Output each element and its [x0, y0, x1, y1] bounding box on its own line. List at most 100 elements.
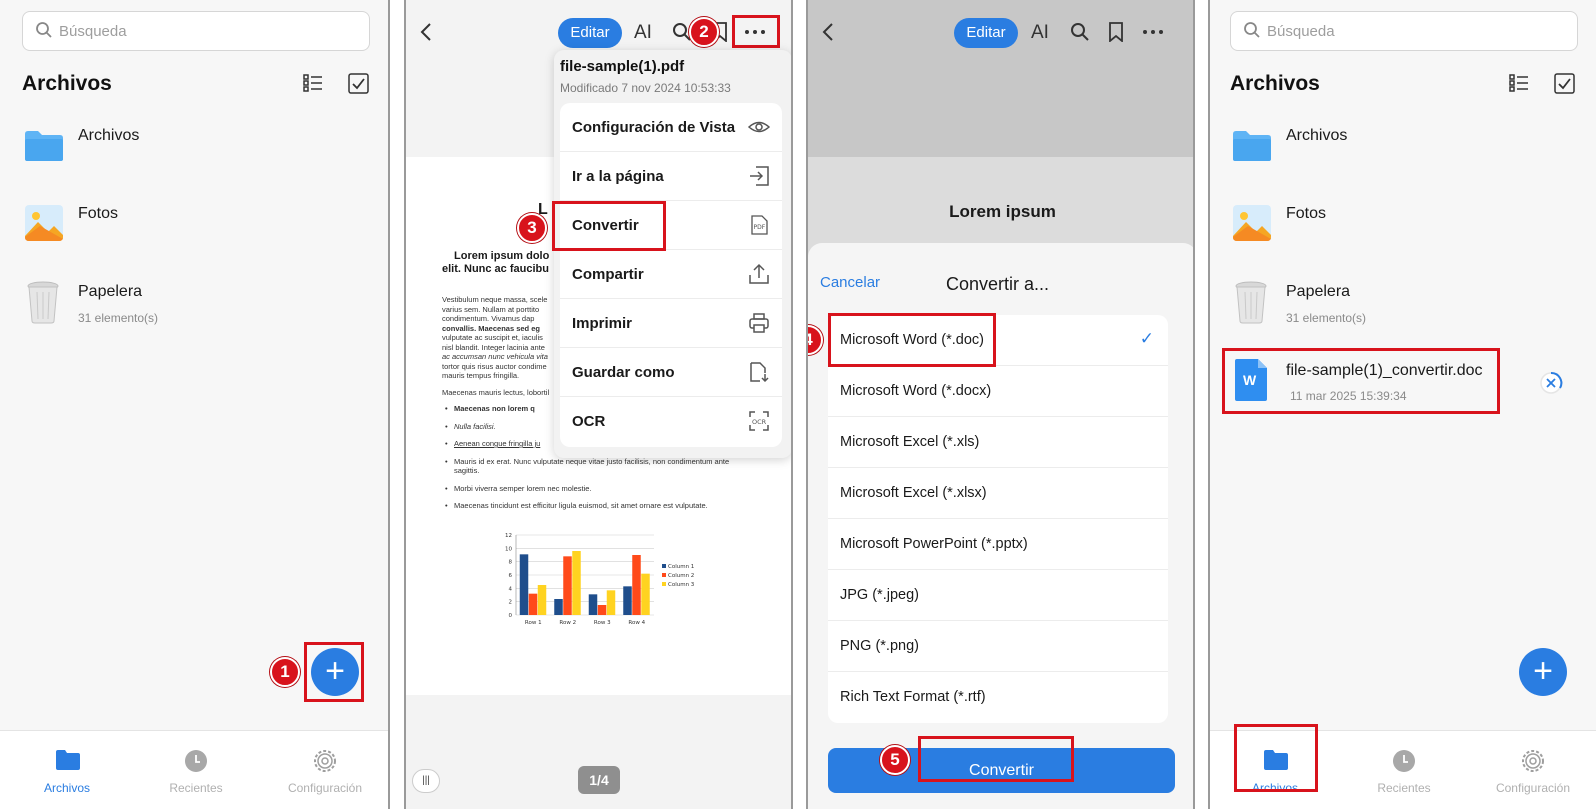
search-input[interactable]: Búsqueda	[22, 11, 370, 51]
more-icon[interactable]	[1142, 29, 1164, 35]
option-label: Microsoft Excel (*.xlsx)	[840, 485, 987, 501]
text-line: nisl blandit. Integer lacinia ante	[442, 342, 545, 352]
bullet-text: sagittis.	[454, 466, 480, 475]
folder-row-papelera[interactable]: Papelera 31 elemento(s)	[0, 268, 388, 338]
option-xlsx[interactable]: Microsoft Excel (*.xlsx)	[828, 468, 1168, 519]
search-icon[interactable]	[1070, 22, 1090, 42]
ai-button[interactable]: AI	[634, 22, 652, 44]
tab-configuracion[interactable]: Configuración	[270, 731, 380, 809]
menu-item-share[interactable]: Compartir	[560, 250, 782, 299]
option-label: Microsoft Word (*.docx)	[840, 383, 992, 399]
menu-label: Compartir	[572, 266, 644, 283]
menu-item-goto-page[interactable]: Ir a la página	[560, 152, 782, 201]
option-png[interactable]: PNG (*.png)	[828, 621, 1168, 672]
bullet-item: • Morbi viverra semper lorem nec molestie…	[445, 483, 592, 493]
folder-row-fotos[interactable]: Fotos	[1210, 190, 1596, 260]
legend-label: Column 2	[668, 573, 694, 579]
row-count: 31 elemento(s)	[1286, 311, 1367, 325]
option-label: PNG (*.png)	[840, 638, 919, 654]
eye-icon	[748, 121, 770, 133]
sync-close-icon[interactable]	[1538, 370, 1564, 396]
text-line: tortor quis risus auctor condime	[442, 361, 547, 371]
text-line: ac accumsan nunc vehicula vita	[442, 352, 548, 361]
sidebar-toggle-icon[interactable]: |||	[412, 769, 440, 793]
tab-label: Recientes	[169, 781, 223, 795]
option-jpeg[interactable]: JPG (*.jpeg)	[828, 570, 1168, 621]
legend-label: Column 1	[668, 564, 694, 570]
back-icon[interactable]	[822, 22, 834, 42]
tab-configuracion[interactable]: Configuración	[1478, 731, 1588, 809]
row-name: Papelera	[1286, 283, 1351, 300]
menu-item-view-settings[interactable]: Configuración de Vista	[560, 103, 782, 152]
svg-text:PDF: PDF	[754, 224, 766, 231]
highlight-box	[732, 15, 780, 48]
option-label: Rich Text Format (*.rtf)	[840, 689, 986, 705]
highlight-box	[1222, 348, 1500, 414]
page-title: Archivos	[22, 72, 112, 95]
y-tick-label: 6	[509, 573, 513, 579]
bullet-item: • Maecenas tincidunt est efficitur ligula…	[445, 501, 708, 510]
select-checkbox-icon[interactable]	[1554, 73, 1575, 94]
trash-icon	[27, 281, 59, 324]
folder-row-fotos[interactable]: Fotos	[0, 190, 388, 260]
bullet-text: Nulla facilisi.	[454, 421, 496, 431]
bookmark-icon[interactable]	[1108, 22, 1124, 42]
highlight-box	[1234, 724, 1318, 792]
list-view-icon[interactable]	[303, 73, 323, 93]
text-line: Vestibulum neque massa, scele	[442, 295, 548, 304]
highlight-box	[918, 736, 1074, 782]
menu-item-ocr[interactable]: OCR OCR	[560, 397, 782, 446]
menu-label: Imprimir	[572, 315, 633, 332]
tab-archivos[interactable]: Archivos	[12, 731, 122, 809]
tab-label: Archivos	[43, 781, 90, 795]
file-name: file-sample(1).pdf	[560, 58, 685, 75]
option-xls[interactable]: Microsoft Excel (*.xls)	[828, 417, 1168, 468]
x-tick-label: Row 2	[559, 620, 576, 626]
step-badge: 2	[689, 17, 719, 47]
add-button[interactable]: +	[1519, 648, 1567, 696]
search-input[interactable]: Búsqueda	[1230, 11, 1578, 51]
back-icon[interactable]	[420, 22, 432, 42]
share-icon	[749, 263, 769, 284]
bar	[632, 555, 641, 615]
list-view-icon[interactable]	[1509, 73, 1529, 93]
doc-subheading: Lorem ipsum dolo	[454, 250, 550, 262]
tab-label: Configuración	[287, 781, 363, 795]
edit-button[interactable]: Editar	[558, 18, 622, 48]
ai-button[interactable]: AI	[1031, 22, 1049, 44]
x-tick-label: Row 1	[525, 620, 542, 626]
step-badge: 1	[270, 657, 300, 687]
folder-row-archivos[interactable]: Archivos	[0, 112, 388, 182]
tab-recientes[interactable]: Recientes	[141, 731, 251, 809]
gear-icon	[314, 750, 336, 772]
pdf-viewer-panel: Editar AI 2 L Lorem ipsum dolo elit. Nun…	[404, 0, 793, 809]
select-checkbox-icon[interactable]	[348, 73, 369, 94]
option-docx[interactable]: Microsoft Word (*.docx)	[828, 366, 1168, 417]
highlight-box	[304, 642, 364, 702]
option-pptx[interactable]: Microsoft PowerPoint (*.pptx)	[828, 519, 1168, 570]
menu-label: Guardar como	[572, 364, 675, 381]
x-tick-label: Row 3	[594, 620, 611, 626]
folder-row-archivos[interactable]: Archivos	[1210, 112, 1596, 182]
bar	[641, 573, 650, 615]
gear-icon	[1522, 750, 1544, 772]
option-rtf[interactable]: Rich Text Format (*.rtf)	[828, 672, 1168, 723]
bullet-text: Maecenas tincidunt est efficitur ligula …	[454, 501, 708, 510]
bullet-text: Morbi viverra semper lorem nec molestie.	[454, 483, 592, 493]
page-title: Archivos	[1230, 72, 1320, 95]
edit-button[interactable]: Editar	[954, 18, 1018, 48]
save-file-icon	[750, 362, 769, 383]
cancel-button[interactable]: Cancelar	[820, 274, 880, 291]
step-badge: 3	[517, 213, 547, 243]
bar	[563, 556, 572, 615]
row-name: Fotos	[1286, 205, 1327, 222]
doc-title: Lorem ipsum	[949, 202, 1056, 221]
menu-item-print[interactable]: Imprimir	[560, 299, 782, 348]
legend-swatch	[662, 564, 666, 568]
bullet-text: Aenean congue fringilla ju	[454, 439, 541, 448]
sheet-title: Convertir a...	[946, 274, 1050, 294]
menu-item-save-as[interactable]: Guardar como	[560, 348, 782, 397]
folder-row-papelera[interactable]: Papelera 31 elemento(s)	[1210, 268, 1596, 338]
search-placeholder: Búsqueda	[59, 23, 127, 40]
tab-recientes[interactable]: Recientes	[1349, 731, 1459, 809]
